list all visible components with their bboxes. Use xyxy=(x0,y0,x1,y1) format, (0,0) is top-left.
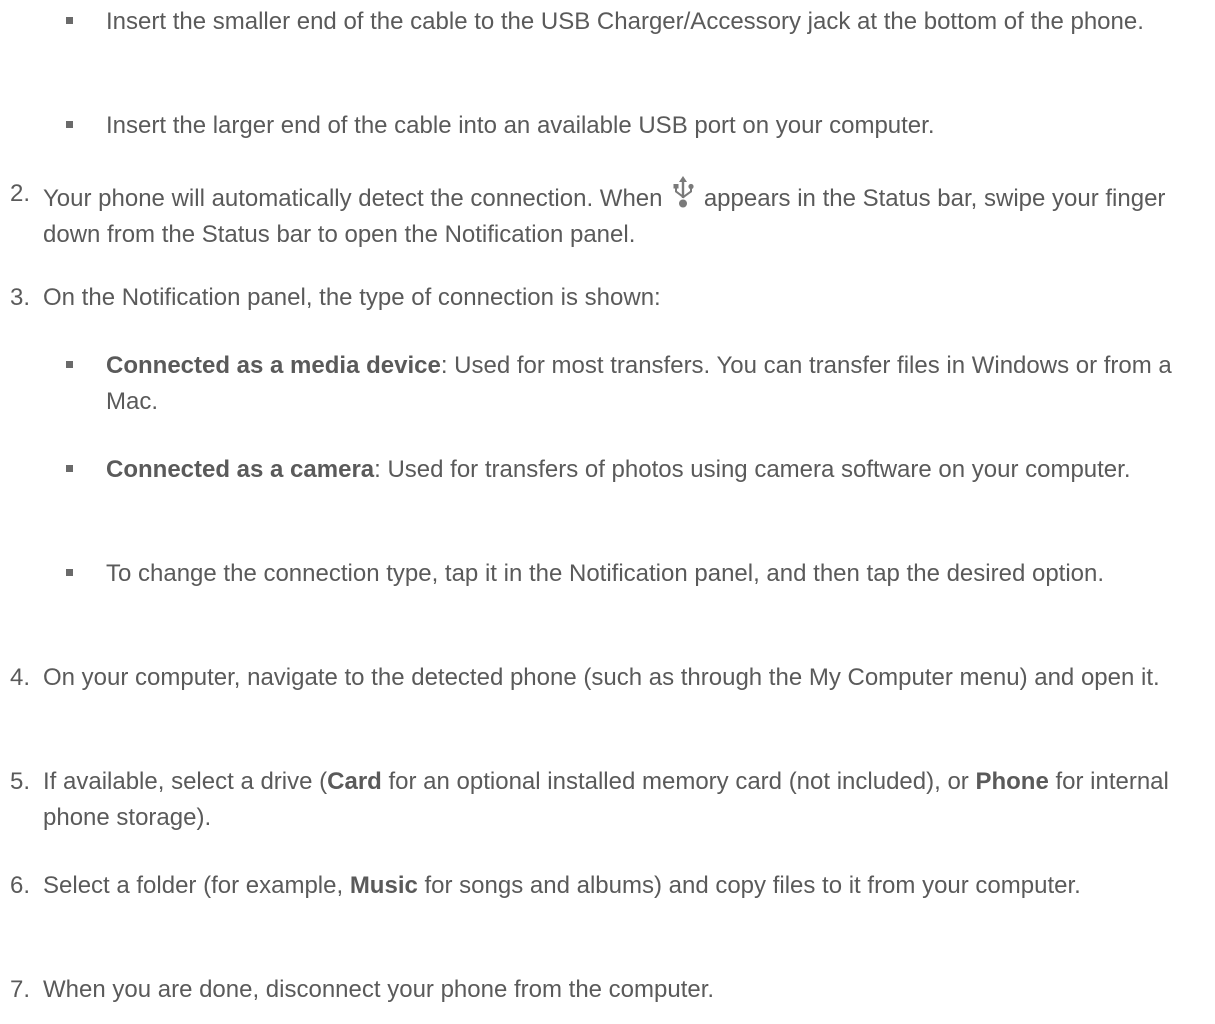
bullet-marker xyxy=(66,569,73,576)
document-page: Insert the smaller end of the cable to t… xyxy=(0,0,1215,1024)
list-item-text: To change the connection type, tap it in… xyxy=(106,560,1105,587)
list-item: Insert the larger end of the cable into … xyxy=(66,108,1206,144)
step-5: 5. If available, select a drive (Card fo… xyxy=(10,764,1210,836)
bold-term: Music xyxy=(349,872,418,899)
list-item: Connected as a camera: Used for transfer… xyxy=(66,452,1206,524)
list-item-text: Insert the smaller end of the cable to t… xyxy=(106,8,1144,35)
list-item: To change the connection type, tap it in… xyxy=(66,556,1206,628)
bold-term: Connected as a media device xyxy=(106,352,441,379)
step-text: Your phone will automatically detect the… xyxy=(43,176,1215,253)
step-number: 3. xyxy=(10,284,31,311)
step-text-part: Select a folder (for example, xyxy=(43,872,350,899)
list-item-text-part: : Used for transfers of photos using cam… xyxy=(374,456,1131,483)
step-7: 7. When you are done, disconnect your ph… xyxy=(10,972,1210,1008)
bullet-marker xyxy=(66,361,73,368)
step-6: 6. Select a folder (for example, Music f… xyxy=(10,868,1210,940)
step-number: 2. xyxy=(10,180,31,207)
list-item: Insert the smaller end of the cable to t… xyxy=(66,4,1206,76)
step-text: When you are done, disconnect your phone… xyxy=(43,976,715,1003)
step-text: Select a folder (for example, Music for … xyxy=(43,868,1215,904)
step-text-part: If available, select a drive ( xyxy=(43,768,328,795)
bullet-marker xyxy=(66,465,73,472)
step-4: 4. On your computer, navigate to the det… xyxy=(10,660,1210,732)
bold-term: Phone xyxy=(975,768,1049,795)
step-text-part: Your phone will automatically detect the… xyxy=(43,185,670,212)
step-text: On the Notification panel, the type of c… xyxy=(43,284,661,311)
step-text-part: for songs and albums) and copy files to … xyxy=(417,872,1081,899)
bullet-marker xyxy=(66,17,73,24)
bold-term: Connected as a camera xyxy=(106,456,375,483)
bullet-marker xyxy=(66,121,73,128)
list-item: Connected as a media device: Used for mo… xyxy=(66,348,1206,420)
step-3: 3. On the Notification panel, the type o… xyxy=(10,280,1210,316)
list-item-text: Insert the larger end of the cable into … xyxy=(106,112,935,139)
step-text-part: for an optional installed memory card (n… xyxy=(381,768,976,795)
step-text: If available, select a drive (Card for a… xyxy=(43,764,1215,836)
bold-term: Card xyxy=(327,768,382,795)
usb-icon xyxy=(671,176,695,210)
list-item-text: Connected as a camera: Used for transfer… xyxy=(106,452,1206,488)
list-item-text: Connected as a media device: Used for mo… xyxy=(106,348,1206,420)
step-number: 5. xyxy=(10,768,31,795)
step-number: 7. xyxy=(10,976,31,1003)
step-text: On your computer, navigate to the detect… xyxy=(43,664,1160,691)
step-2: 2. Your phone will automatically detect … xyxy=(10,176,1210,248)
step-number: 4. xyxy=(10,664,31,691)
step-number: 6. xyxy=(10,872,31,899)
